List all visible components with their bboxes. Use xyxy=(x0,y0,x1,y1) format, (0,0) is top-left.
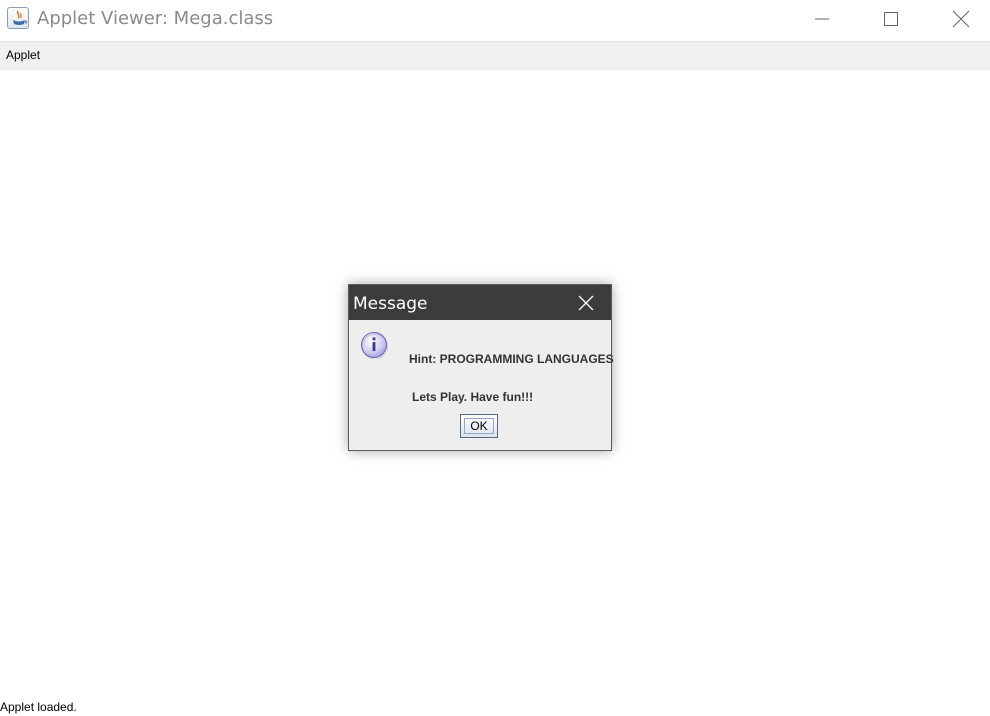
dialog-titlebar[interactable]: Message xyxy=(349,285,611,320)
maximize-icon xyxy=(884,12,898,26)
info-icon xyxy=(360,331,388,360)
menu-applet[interactable]: Applet xyxy=(6,48,40,62)
ok-button[interactable]: OK xyxy=(460,414,498,438)
hint-message: Hint: PROGRAMMING LANGUAGES xyxy=(409,352,614,366)
window-title: Applet Viewer: Mega.class xyxy=(37,8,274,29)
menubar: Applet xyxy=(0,41,990,70)
status-text: Applet loaded. xyxy=(0,700,77,714)
close-icon xyxy=(578,295,594,311)
minimize-button[interactable] xyxy=(799,0,845,38)
close-icon xyxy=(952,10,970,28)
java-app-icon[interactable] xyxy=(7,7,29,29)
applet-viewer-window: Applet Viewer: Mega.class Applet Applet … xyxy=(0,0,990,716)
close-button[interactable] xyxy=(938,0,984,38)
dialog-title: Message xyxy=(353,294,428,314)
dialog-close-button[interactable] xyxy=(571,289,601,317)
window-titlebar[interactable]: Applet Viewer: Mega.class xyxy=(0,0,990,40)
maximize-button[interactable] xyxy=(868,0,914,38)
minimize-icon xyxy=(815,18,829,20)
play-message: Lets Play. Have fun!!! xyxy=(412,390,534,404)
message-dialog: Message Hint: PROGRAMMING LANGUAGES Lets… xyxy=(348,284,614,451)
ok-button-label: OK xyxy=(464,418,494,434)
